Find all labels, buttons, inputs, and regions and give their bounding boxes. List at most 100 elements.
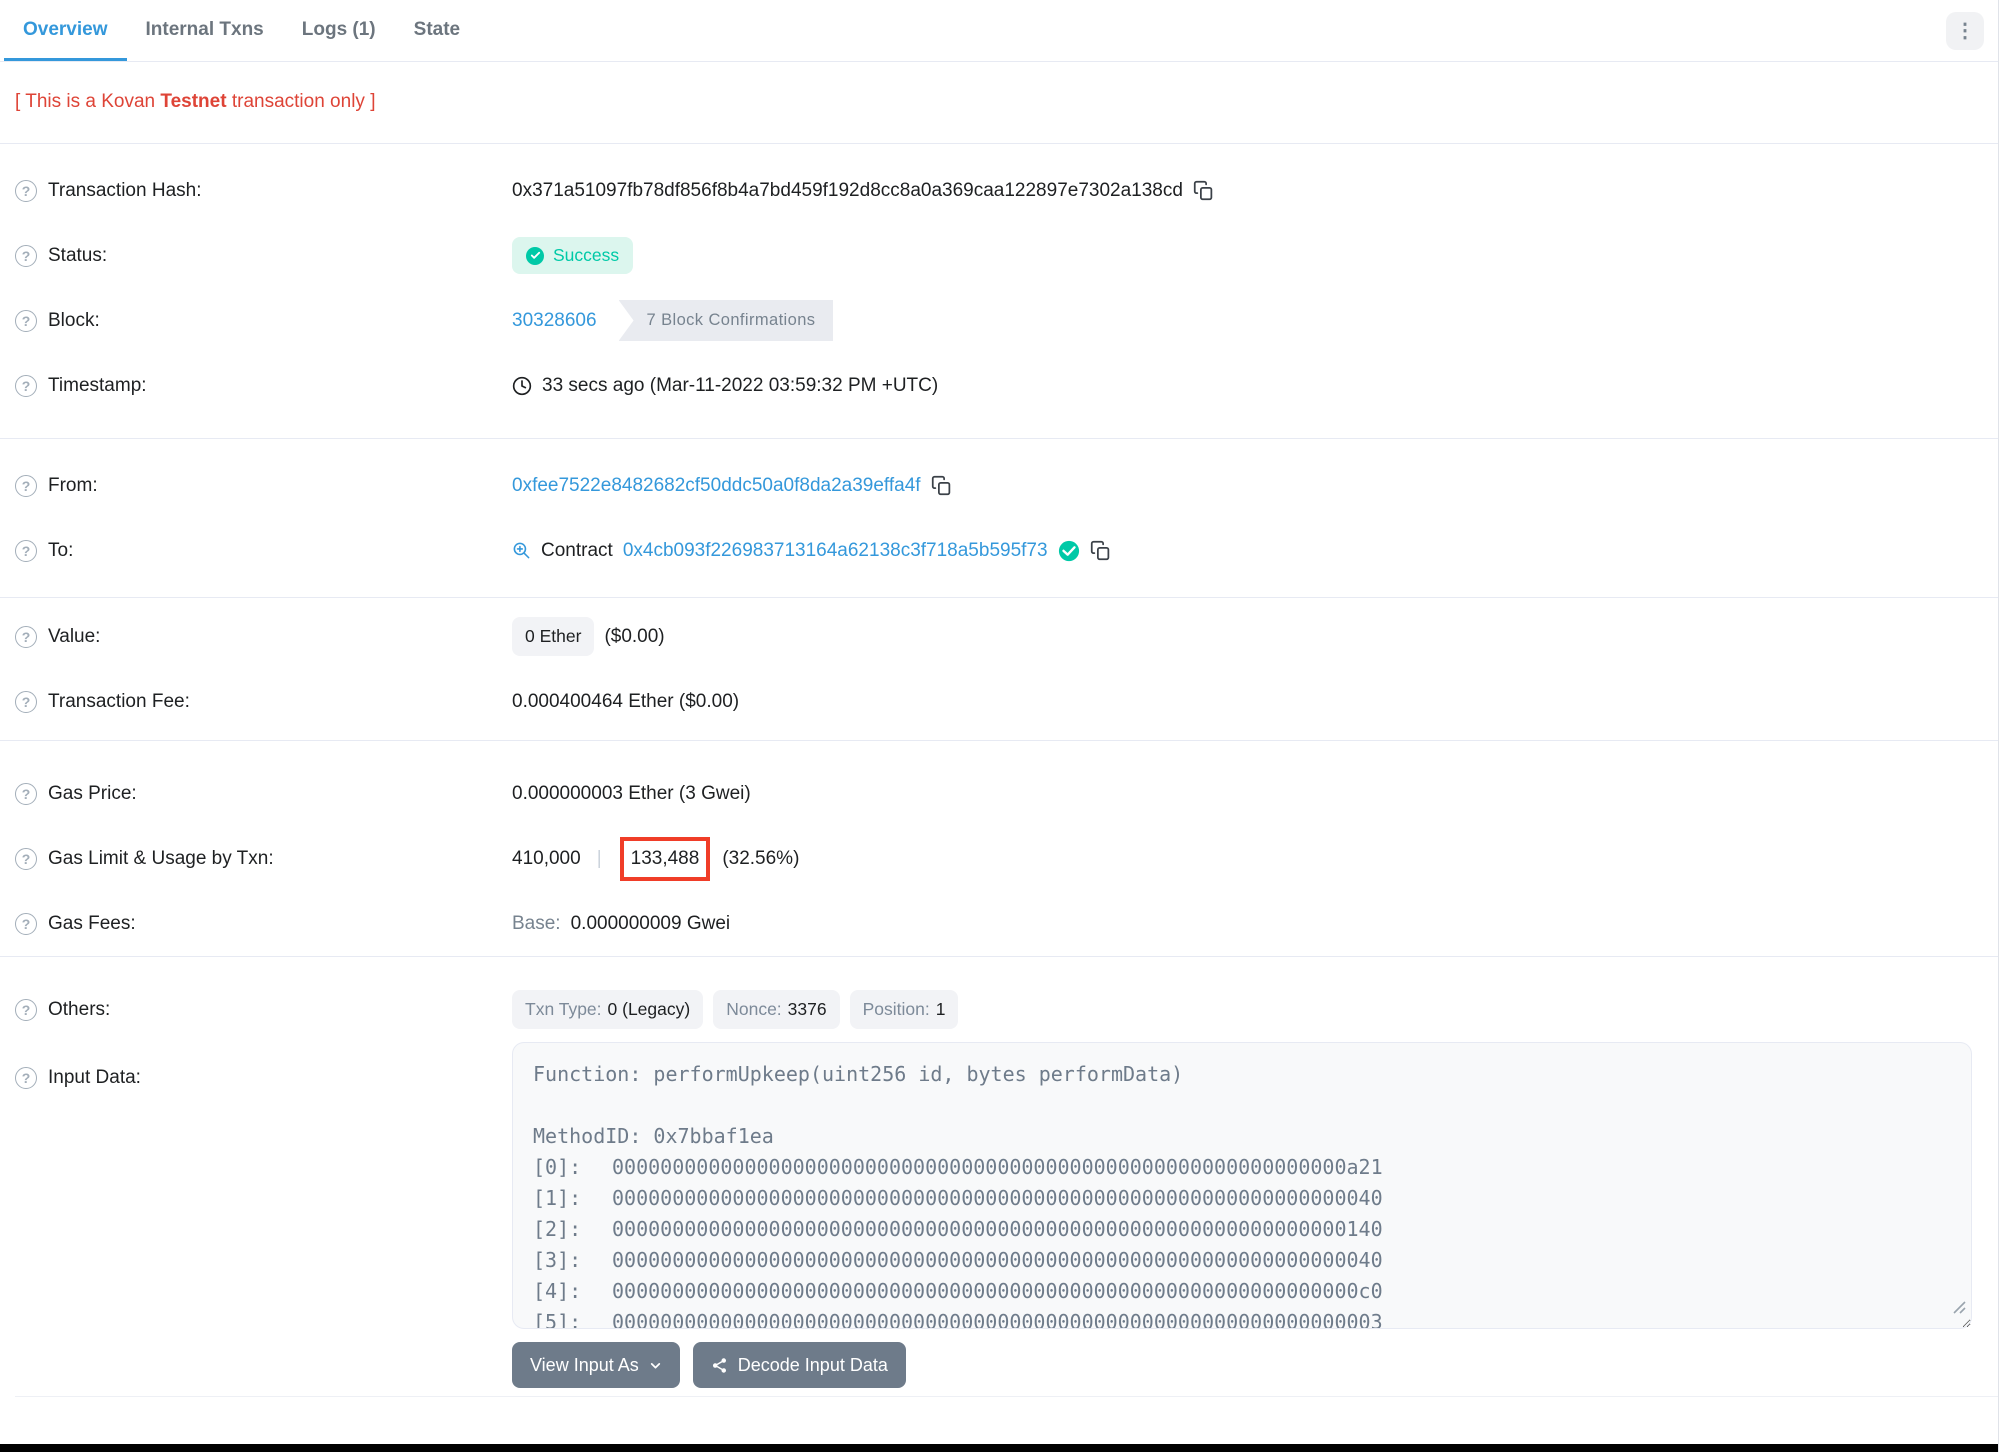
position-value: 1	[935, 999, 946, 1019]
copy-icon[interactable]	[931, 475, 952, 496]
position-key: Position:	[862, 999, 930, 1019]
help-icon[interactable]: ?	[15, 782, 37, 805]
row-from: ? From: 0xfee7522e8482682cf50ddc50a0f8da…	[15, 453, 1983, 518]
decode-label: Decode Input Data	[737, 1354, 888, 1375]
base-fee-value: 0.000000009 Gwei	[570, 912, 731, 934]
help-icon[interactable]: ?	[15, 539, 37, 562]
row-label: ? Gas Fees:	[15, 912, 512, 935]
help-icon[interactable]: ?	[15, 998, 37, 1021]
timestamp-label: Timestamp:	[48, 374, 147, 396]
value-badge: 0 Ether	[512, 617, 595, 656]
help-icon[interactable]: ?	[15, 847, 37, 870]
tab-logs[interactable]: Logs (1)	[283, 0, 395, 61]
help-icon[interactable]: ?	[15, 374, 37, 397]
section-others-input: ? Others: Txn Type: 0 (Legacy) Nonce: 33…	[0, 956, 1998, 1396]
tab-bar: Overview Internal Txns Logs (1) State ⋮	[0, 0, 1998, 62]
gas-used-percent: (32.56%)	[722, 847, 800, 869]
kebab-icon: ⋮	[1955, 20, 1975, 42]
clock-icon	[512, 376, 532, 396]
notice-suffix: transaction only ]	[226, 91, 376, 112]
section-gas: ? Gas Price: 0.000000003 Ether (3 Gwei) …	[0, 740, 1998, 956]
input-word-row: [1]: 000000000000000000000000000000000000…	[533, 1183, 1951, 1214]
from-address-link[interactable]: 0xfee7522e8482682cf50ddc50a0f8da2a39effa…	[512, 475, 921, 497]
zoom-in-icon[interactable]	[512, 541, 531, 560]
row-transaction-fee: ? Transaction Fee: 0.000400464 Ether ($0…	[15, 669, 1983, 734]
to-contract-address-link[interactable]: 0x4cb093f226983713164a62138c3f718a5b595f…	[623, 540, 1048, 562]
copy-icon[interactable]	[1193, 180, 1214, 201]
tab-state[interactable]: State	[395, 0, 479, 61]
word-hex: 0000000000000000000000000000000000000000…	[612, 1310, 1383, 1329]
verified-check-icon	[1058, 540, 1080, 562]
word-index: [2]:	[533, 1217, 582, 1241]
value-usd: ($0.00)	[604, 625, 665, 647]
help-icon[interactable]: ?	[15, 309, 37, 332]
help-icon[interactable]: ?	[15, 1067, 37, 1089]
transaction-hash-label: Transaction Hash:	[48, 179, 202, 201]
gas-separator: |	[596, 847, 602, 869]
row-block: ? Block: 30328606 7 Block Confirmations	[15, 288, 1983, 353]
row-status: ? Status: Success	[15, 223, 1983, 288]
gas-price-value: 0.000000003 Ether (3 Gwei)	[512, 782, 751, 804]
help-icon[interactable]: ?	[15, 625, 37, 648]
help-icon[interactable]: ?	[15, 179, 37, 202]
row-gas-limit-usage: ? Gas Limit & Usage by Txn: 410,000 | 13…	[15, 826, 1983, 891]
txn-type-value: 0 (Legacy)	[607, 999, 691, 1019]
block-confirmations-badge: 7 Block Confirmations	[618, 300, 834, 341]
transaction-page: Overview Internal Txns Logs (1) State ⋮ …	[0, 0, 1999, 1452]
word-hex: 0000000000000000000000000000000000000000…	[612, 1186, 1383, 1210]
status-badge: Success	[512, 237, 634, 274]
section-parties: ? From: 0xfee7522e8482682cf50ddc50a0f8da…	[0, 438, 1998, 597]
copy-icon[interactable]	[1090, 540, 1111, 561]
others-label: Others:	[48, 998, 111, 1020]
bottom-divider	[15, 1396, 1998, 1397]
chevron-down-icon	[649, 1359, 662, 1372]
timestamp-value: 33 secs ago (Mar-11-2022 03:59:32 PM +UT…	[542, 374, 939, 396]
transaction-hash-value: 0x371a51097fb78df856f8b4a7bd459f192d8cc8…	[512, 179, 1183, 201]
help-icon[interactable]: ?	[15, 912, 37, 935]
input-data-label: Input Data:	[48, 1067, 141, 1088]
kebab-menu-button[interactable]: ⋮	[1946, 11, 1984, 50]
block-label: Block:	[48, 309, 100, 331]
gas-limit-value: 410,000	[512, 847, 581, 869]
row-label: ? Others:	[15, 998, 512, 1021]
decode-input-data-button[interactable]: Decode Input Data	[692, 1342, 906, 1388]
row-value: ? Value: 0 Ether ($0.00)	[15, 604, 1983, 669]
to-label: To:	[48, 539, 74, 561]
resize-handle-icon[interactable]	[1953, 1292, 1966, 1323]
word-index: [5]:	[533, 1310, 582, 1329]
status-text: Success	[553, 245, 620, 265]
view-input-as-label: View Input As	[530, 1354, 639, 1375]
word-index: [1]:	[533, 1186, 582, 1210]
section-value: ? Value: 0 Ether ($0.00) ? Transaction F…	[0, 597, 1998, 740]
from-label: From:	[48, 474, 98, 496]
value-label: Value:	[48, 625, 101, 647]
view-input-as-button[interactable]: View Input As	[512, 1342, 680, 1388]
help-icon[interactable]: ?	[15, 690, 37, 713]
input-blank-line	[533, 1090, 1951, 1121]
word-index: [3]:	[533, 1248, 582, 1272]
row-to: ? To: Contract 0x4cb093f226983713164a621…	[15, 518, 1983, 583]
help-icon[interactable]: ?	[15, 244, 37, 267]
to-contract-prefix: Contract	[541, 539, 613, 561]
tab-overview[interactable]: Overview	[4, 0, 127, 61]
word-index: [4]:	[533, 1279, 582, 1303]
input-word-row: [4]: 000000000000000000000000000000000000…	[533, 1276, 1951, 1307]
section-summary: ? Transaction Hash: 0x371a51097fb78df856…	[0, 143, 1998, 438]
base-fee-label: Base:	[512, 912, 561, 934]
input-data-box[interactable]: Function: performUpkeep(uint256 id, byte…	[512, 1042, 1972, 1329]
gas-price-label: Gas Price:	[48, 782, 137, 804]
block-number-link[interactable]: 30328606	[512, 310, 597, 332]
word-hex: 0000000000000000000000000000000000000000…	[612, 1155, 1383, 1179]
row-label: ? Block:	[15, 309, 512, 332]
annotation-highlight-box: 133,488	[619, 836, 711, 881]
tab-internal-txns[interactable]: Internal Txns	[127, 0, 283, 61]
help-icon[interactable]: ?	[15, 474, 37, 497]
row-label: ? Timestamp:	[15, 374, 512, 397]
notice-prefix: [ This is a Kovan	[15, 91, 161, 112]
bottom-edge-bar	[0, 1444, 1998, 1452]
row-label: ? To:	[15, 539, 512, 562]
transaction-fee-value: 0.000400464 Ether ($0.00)	[512, 690, 740, 712]
row-label: ? Gas Limit & Usage by Txn:	[15, 847, 512, 870]
word-hex: 0000000000000000000000000000000000000000…	[612, 1279, 1383, 1303]
row-timestamp: ? Timestamp: 33 secs ago (Mar-11-2022 03…	[15, 353, 1983, 418]
